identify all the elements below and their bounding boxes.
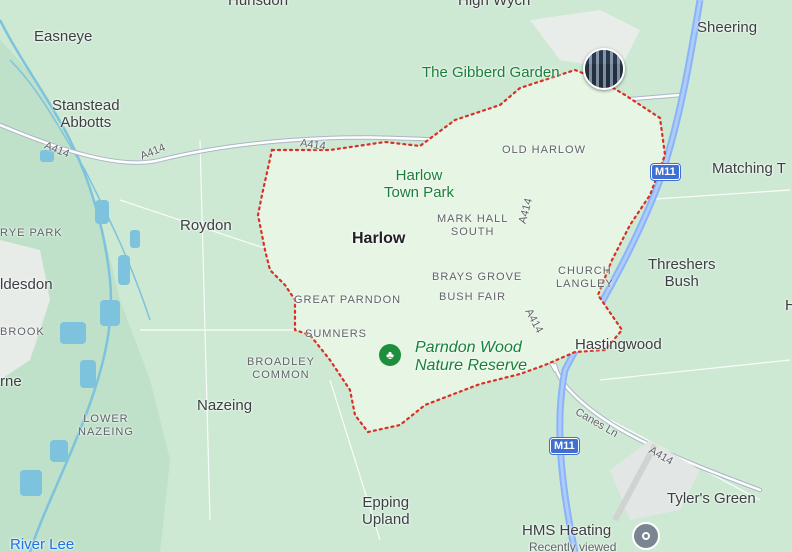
map-canvas[interactable]: Hunsdon High Wych Sheering Easneye Stans… <box>0 0 792 552</box>
place-old-harlow[interactable]: OLD HARLOW <box>502 144 586 157</box>
m11-shield: M11 <box>550 438 579 454</box>
poi-parndon-wood[interactable]: Parndon Wood Nature Reserve <box>415 339 527 376</box>
place-easneye[interactable]: Easneye <box>34 28 92 45</box>
place-hoddesdon[interactable]: ldesdon <box>0 276 53 293</box>
place-tylers-green[interactable]: Tyler's Green <box>667 490 756 507</box>
poi-gibberd-garden-label[interactable]: The Gibberd Garden <box>422 64 560 81</box>
place-broadley-common[interactable]: BROADLEY COMMON <box>247 356 315 381</box>
place-epping-upland[interactable]: Epping Upland <box>362 494 410 529</box>
place-bush-fair[interactable]: BUSH FAIR <box>439 291 506 304</box>
place-stanstead-abbotts[interactable]: Stanstead Abbotts <box>52 97 120 132</box>
place-great-parndon[interactable]: GREAT PARNDON <box>294 294 401 307</box>
place-hunsdon[interactable]: Hunsdon <box>228 0 288 9</box>
poi-recently-viewed: Recently viewed <box>529 540 617 552</box>
place-icon[interactable] <box>632 522 660 550</box>
place-rye-park[interactable]: RYE PARK <box>0 227 63 240</box>
place-brook[interactable]: BROOK <box>0 326 45 339</box>
place-nazeing[interactable]: Nazeing <box>197 397 252 414</box>
place-high-wych[interactable]: High Wych <box>458 0 530 9</box>
place-brays-grove[interactable]: BRAYS GROVE <box>432 271 522 284</box>
place-roydon[interactable]: Roydon <box>180 217 232 234</box>
photo-pin-icon[interactable] <box>583 48 625 90</box>
place-edge-h[interactable]: H <box>785 297 792 314</box>
poi-river-lee[interactable]: River Lee <box>10 536 74 552</box>
place-sumners[interactable]: SUMNERS <box>305 328 367 341</box>
place-sheering[interactable]: Sheering <box>697 19 757 36</box>
poi-hms-heating[interactable]: HMS Heating <box>522 522 611 539</box>
place-church-langley[interactable]: CHURCH LANGLEY <box>556 265 614 290</box>
poi-harlow-town-park[interactable]: Harlow Town Park <box>384 167 454 202</box>
place-threshers-bush[interactable]: Threshers Bush <box>648 256 716 291</box>
tree-icon[interactable]: ♣ <box>379 344 401 366</box>
place-matching-tye[interactable]: Matching T <box>712 160 786 177</box>
place-harlow[interactable]: Harlow <box>352 230 405 248</box>
place-mark-hall-south[interactable]: MARK HALL SOUTH <box>437 213 508 238</box>
place-lower-nazeing[interactable]: LOWER NAZEING <box>78 413 134 438</box>
place-broxbourne[interactable]: rne <box>0 373 22 390</box>
place-hastingwood[interactable]: Hastingwood <box>575 336 662 353</box>
m11-shield: M11 <box>651 164 680 180</box>
